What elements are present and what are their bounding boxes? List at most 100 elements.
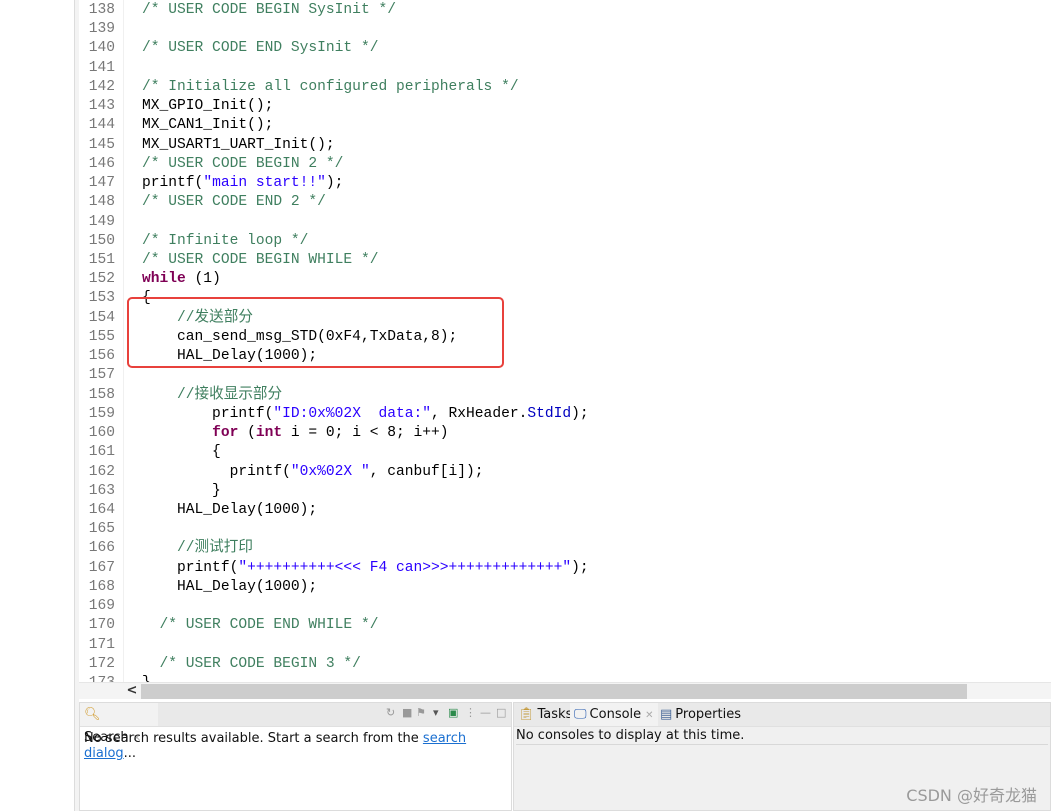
tab-console[interactable]: 🖵︎ Console ✕ bbox=[570, 703, 658, 726]
highlight-box bbox=[127, 297, 504, 368]
code-text: MX_USART1_UART_Init(); bbox=[142, 136, 335, 155]
watermark: CSDN @好奇龙猫 bbox=[906, 786, 1037, 805]
line-number: 144 bbox=[88, 117, 115, 134]
code-text: for (int i = 0; i < 8; i++) bbox=[142, 424, 448, 443]
line-number: 148 bbox=[88, 194, 115, 211]
scroll-left-arrow-icon[interactable]: < bbox=[123, 683, 141, 699]
code-text: printf("++++++++++<<< F4 can>>>+++++++++… bbox=[142, 559, 589, 578]
line-number: 138 bbox=[88, 2, 115, 18]
scrollbar-thumb[interactable] bbox=[141, 684, 967, 699]
code-token: StdId bbox=[527, 405, 572, 422]
tab-properties[interactable]: ▤ Properties bbox=[656, 703, 745, 726]
line-number: 165 bbox=[88, 521, 115, 538]
line-number: 146 bbox=[88, 155, 115, 172]
code-token: /* USER CODE END 2 */ bbox=[142, 194, 326, 211]
search-panel: 🔍︎Search ✕ ↻ ■ ⚑ ▾ ▣ ⋮ — □ No search resu… bbox=[79, 702, 512, 811]
code-token: /* USER CODE BEGIN SysInit */ bbox=[142, 2, 396, 18]
code-text: /* USER CODE BEGIN 3 */ bbox=[142, 655, 361, 674]
code-token: printf( bbox=[142, 559, 239, 576]
code-text: /* USER CODE BEGIN WHILE */ bbox=[142, 251, 378, 270]
code-token: printf( bbox=[142, 405, 274, 422]
code-token: } bbox=[142, 482, 221, 499]
view-menu-icon[interactable]: ⋮ bbox=[465, 706, 476, 719]
code-text: /* USER CODE BEGIN 2 */ bbox=[142, 155, 343, 174]
code-text: HAL_Delay(1000); bbox=[142, 578, 317, 597]
code-token: /* USER CODE BEGIN WHILE */ bbox=[142, 251, 379, 268]
line-number: 163 bbox=[88, 482, 115, 499]
refresh-icon[interactable]: ↻ bbox=[386, 706, 395, 719]
line-number: 168 bbox=[88, 578, 115, 595]
horizontal-scrollbar[interactable]: < bbox=[79, 682, 1051, 699]
history-icon[interactable]: ⚑ bbox=[416, 706, 426, 719]
line-number: 147 bbox=[88, 175, 115, 192]
minimize-icon[interactable]: — bbox=[480, 706, 491, 719]
line-number: 145 bbox=[88, 136, 115, 153]
code-token: int bbox=[255, 425, 283, 442]
line-number: 164 bbox=[88, 501, 115, 518]
code-token: printf( bbox=[142, 175, 204, 192]
line-number: 141 bbox=[88, 59, 115, 76]
line-number: 169 bbox=[88, 598, 115, 615]
code-token: HAL_Delay(1000); bbox=[142, 578, 318, 595]
close-icon[interactable]: ✕ bbox=[645, 710, 653, 721]
chevron-down-icon[interactable]: ▾ bbox=[433, 706, 439, 719]
line-number: 158 bbox=[88, 386, 115, 403]
code-token: while bbox=[142, 271, 186, 288]
code-token: MX_GPIO_Init(); bbox=[142, 98, 274, 115]
line-number: 161 bbox=[88, 444, 115, 461]
line-number: 156 bbox=[88, 348, 115, 365]
code-token: //测试打印 bbox=[177, 540, 253, 557]
code-text: //测试打印 bbox=[142, 539, 253, 558]
code-token: "++++++++++<<< F4 can>>>+++++++++++++" bbox=[238, 559, 572, 576]
line-number: 171 bbox=[88, 636, 115, 653]
console-message: No consoles to display at this time. bbox=[516, 727, 1048, 745]
code-text: HAL_Delay(1000); bbox=[142, 501, 317, 520]
code-token: MX_CAN1_Init(); bbox=[142, 117, 274, 134]
code-token: /* USER CODE END WHILE */ bbox=[159, 617, 379, 634]
line-number: 143 bbox=[88, 98, 115, 115]
line-number: 162 bbox=[88, 463, 115, 480]
code-token: "main start!!" bbox=[203, 175, 326, 192]
code-token: /* USER CODE BEGIN 2 */ bbox=[142, 155, 344, 172]
code-text: while (1) bbox=[142, 270, 221, 289]
code-token: printf( bbox=[142, 463, 291, 480]
code-token: /* USER CODE BEGIN 3 */ bbox=[159, 655, 361, 672]
code-text: /* Infinite loop */ bbox=[142, 232, 308, 251]
code-text: /* Initialize all configured peripherals… bbox=[142, 78, 519, 97]
tab-search[interactable]: 🔍︎Search ✕ bbox=[80, 703, 158, 745]
code-token: , canbuf[i]); bbox=[369, 463, 484, 480]
maximize-icon[interactable]: □ bbox=[496, 706, 506, 719]
line-number: 153 bbox=[88, 290, 115, 307]
code-token: HAL_Delay(1000); bbox=[142, 501, 318, 518]
code-token: (1) bbox=[185, 271, 221, 288]
properties-icon: ▤ bbox=[660, 707, 673, 722]
line-number: 151 bbox=[88, 251, 115, 268]
stop-icon[interactable]: ■ bbox=[402, 706, 412, 719]
code-token: /* Infinite loop */ bbox=[142, 232, 309, 249]
code-token: , RxHeader. bbox=[431, 405, 528, 422]
search-icon: 🔍︎ bbox=[84, 707, 101, 722]
code-text: /* USER CODE END 2 */ bbox=[142, 193, 326, 212]
code-token: /* Initialize all configured peripherals… bbox=[142, 78, 519, 95]
line-number: 170 bbox=[88, 617, 115, 634]
line-number: 154 bbox=[88, 309, 115, 326]
tab-tasks[interactable]: 📋︎ Tasks bbox=[514, 703, 576, 726]
line-number: 155 bbox=[88, 328, 115, 345]
line-number: 140 bbox=[88, 40, 115, 57]
line-number: 149 bbox=[88, 213, 115, 230]
line-number: 173 bbox=[79, 674, 115, 682]
code-text: } bbox=[142, 674, 151, 682]
code-text: MX_GPIO_Init(); bbox=[142, 97, 273, 116]
line-number: 167 bbox=[88, 559, 115, 576]
code-token: //接收显示部分 bbox=[177, 386, 283, 403]
console-icon: 🖵︎ bbox=[574, 707, 587, 722]
line-number: 166 bbox=[88, 540, 115, 557]
code-token: ( bbox=[238, 425, 256, 442]
code-text: } bbox=[142, 482, 221, 501]
pin-icon[interactable]: ▣ bbox=[448, 706, 458, 719]
code-token: } bbox=[142, 675, 151, 682]
code-token: "ID:0x%02X data:" bbox=[273, 405, 432, 422]
